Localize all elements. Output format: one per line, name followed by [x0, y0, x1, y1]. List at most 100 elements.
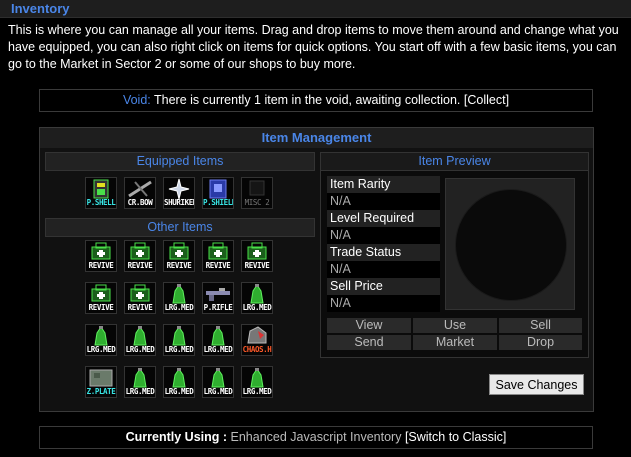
item-label: Z.PLATE [86, 387, 116, 396]
inventory-slot[interactable]: REVIVE [85, 282, 117, 314]
item-label: LRG.MED [164, 303, 194, 312]
save-changes-button[interactable]: Save Changes [489, 374, 584, 395]
inventory-slot[interactable]: LRG.MED [163, 282, 195, 314]
prop-name-sell-price: Sell Price [327, 278, 440, 295]
inventory-slot[interactable]: LRG.MED [163, 324, 195, 356]
equipped-slot[interactable]: P.SHELL [85, 177, 117, 209]
empty-slot-icon [242, 178, 272, 200]
inventory-slot[interactable]: REVIVE [163, 240, 195, 272]
item-label: P.SHELL [86, 198, 116, 207]
send-button[interactable]: Send [327, 335, 411, 350]
item-label: P.SHIELD [203, 198, 234, 207]
medkit-icon [86, 325, 116, 347]
medkit-icon [164, 325, 194, 347]
item-label: MISC 2 [244, 198, 270, 207]
plate-icon [86, 367, 116, 389]
inventory-slot[interactable]: REVIVE [202, 240, 234, 272]
item-label: LRG.MED [242, 387, 272, 396]
chaos-helmet-icon [242, 325, 272, 347]
item-label: CHAOS.H [242, 345, 272, 354]
inventory-slot[interactable]: REVIVE [124, 240, 156, 272]
item-label: CR.BOW [127, 198, 153, 207]
view-button[interactable]: View [327, 318, 411, 333]
page-header: Inventory [0, 0, 631, 18]
inventory-slot[interactable]: LRG.MED [202, 366, 234, 398]
inventory-slot[interactable]: LRG.MED [85, 324, 117, 356]
medkit-icon [164, 367, 194, 389]
item-label: REVIVE [166, 261, 192, 270]
item-management-title: Item Management [40, 128, 593, 148]
inventory-slot[interactable]: P.RIFLE [202, 282, 234, 314]
drop-button[interactable]: Drop [499, 335, 582, 350]
footer-bar: Currently Using : Enhanced Javascript In… [39, 426, 593, 449]
item-preview-panel: Item Preview Item Rarity N/A Level Requi… [320, 152, 589, 358]
revive-icon [203, 241, 233, 263]
shell-icon [86, 178, 116, 200]
prop-name-level: Level Required [327, 210, 440, 227]
page-title: Inventory [11, 1, 70, 16]
equipped-slot[interactable]: MISC 2 [241, 177, 273, 209]
inventory-slot[interactable]: CHAOS.H [241, 324, 273, 356]
shield-icon [203, 178, 233, 200]
use-button[interactable]: Use [413, 318, 497, 333]
medkit-icon [242, 367, 272, 389]
currently-using-label: Currently Using : [125, 430, 228, 444]
item-label: LRG.MED [125, 387, 155, 396]
void-bar: Void: There is currently 1 item in the v… [39, 89, 593, 112]
item-label: REVIVE [244, 261, 270, 270]
equipped-slot[interactable]: P.SHIELD [202, 177, 234, 209]
item-preview-title: Item Preview [320, 152, 589, 171]
equipped-slot[interactable]: SHURIKEN [163, 177, 195, 209]
item-label: REVIVE [127, 303, 153, 312]
item-image-placeholder [455, 189, 567, 301]
prop-value-sell-price: N/A [327, 295, 440, 312]
item-label: LRG.MED [203, 387, 233, 396]
inventory-slot[interactable]: LRG.MED [241, 366, 273, 398]
medkit-icon [125, 367, 155, 389]
revive-icon [242, 241, 272, 263]
medkit-icon [242, 283, 272, 305]
medkit-icon [203, 367, 233, 389]
revive-icon [86, 241, 116, 263]
prop-name-trade: Trade Status [327, 244, 440, 261]
void-label: Void: [122, 93, 151, 107]
item-label: LRG.MED [242, 303, 272, 312]
inventory-slot[interactable]: REVIVE [241, 240, 273, 272]
revive-icon [86, 283, 116, 305]
revive-icon [164, 241, 194, 263]
item-label: REVIVE [88, 261, 114, 270]
prop-value-level: N/A [327, 227, 440, 244]
inventory-slot[interactable]: REVIVE [85, 240, 117, 272]
revive-icon [125, 283, 155, 305]
crossbow-icon [125, 178, 155, 200]
shuriken-icon [164, 178, 194, 200]
other-items-title: Other Items [45, 218, 315, 237]
item-label: REVIVE [127, 261, 153, 270]
intro-text: This is where you can manage all your it… [8, 23, 619, 71]
prop-name-rarity: Item Rarity [327, 176, 440, 193]
item-label: P.RIFLE [203, 303, 233, 312]
prop-value-rarity: N/A [327, 193, 440, 210]
switch-classic-link[interactable]: [Switch to Classic] [405, 430, 506, 444]
equipped-items-title: Equipped Items [45, 152, 315, 171]
inventory-slot[interactable]: REVIVE [124, 282, 156, 314]
prop-value-trade: N/A [327, 261, 440, 278]
medkit-icon [164, 283, 194, 305]
void-text: There is currently 1 item in the void, a… [154, 93, 461, 107]
inventory-slot[interactable]: LRG.MED [124, 324, 156, 356]
market-button[interactable]: Market [413, 335, 497, 350]
inventory-slot[interactable]: LRG.MED [163, 366, 195, 398]
sell-button[interactable]: Sell [499, 318, 582, 333]
inventory-slot[interactable]: Z.PLATE [85, 366, 117, 398]
collect-link[interactable]: [Collect] [464, 93, 509, 107]
item-label: LRG.MED [164, 387, 194, 396]
item-label: SHURIKEN [164, 198, 195, 207]
inventory-slot[interactable]: LRG.MED [124, 366, 156, 398]
inventory-mode: Enhanced Javascript Inventory [230, 430, 402, 444]
rifle-icon [203, 283, 233, 305]
inventory-slot[interactable]: LRG.MED [202, 324, 234, 356]
inventory-slot[interactable]: LRG.MED [241, 282, 273, 314]
equipped-slot[interactable]: CR.BOW [124, 177, 156, 209]
item-label: REVIVE [205, 261, 231, 270]
item-label: LRG.MED [164, 345, 194, 354]
